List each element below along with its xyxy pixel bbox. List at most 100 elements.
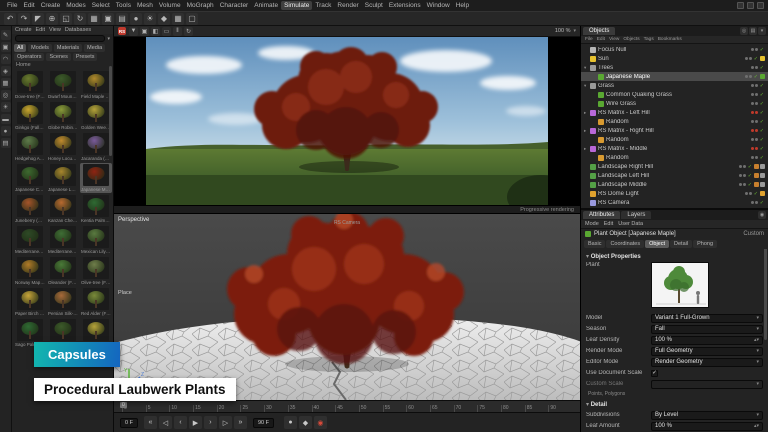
object-properties-header[interactable]: ▾ Object Properties	[586, 251, 763, 261]
menu-edit[interactable]: Edit	[20, 1, 37, 10]
season-select[interactable]: Fall▾	[651, 325, 763, 334]
asset-item[interactable]: Dwarf Mountain Pine (Fall Plant)	[47, 70, 79, 100]
visibility-dots[interactable]	[739, 183, 746, 186]
asset-item[interactable]: Japanese Maple (Fall Plant)	[80, 163, 112, 193]
asset-menu-view[interactable]: View	[49, 27, 61, 33]
use-document-scale-checkbox[interactable]: ✓	[651, 370, 658, 377]
layout-button-1[interactable]	[737, 2, 744, 9]
visibility-dots[interactable]	[751, 48, 758, 51]
panel-menu-icon[interactable]: ▾	[758, 27, 766, 35]
viewport-label[interactable]: Perspective	[118, 217, 149, 223]
menu-animate[interactable]: Animate	[251, 1, 281, 10]
attr-tab-coordinates[interactable]: Coordinates	[606, 240, 644, 248]
move-icon[interactable]: ⊕	[46, 13, 58, 25]
asset-item[interactable]: Mediterranean Fan Palm (Fall Plant)	[47, 225, 79, 255]
enabled-check-icon[interactable]: ✓	[760, 101, 764, 107]
end-frame-field[interactable]: 90 F	[253, 418, 274, 428]
prev-frame-icon[interactable]: ‹	[174, 416, 187, 429]
asset-item[interactable]: Globe Robinia (Fall Plant)	[47, 101, 79, 131]
autokey-icon[interactable]: ◉	[314, 416, 327, 429]
attr-menu-user-data[interactable]: User Data	[618, 221, 643, 227]
object-row[interactable]: RS Dome Light✓	[581, 189, 768, 198]
asset-item[interactable]: Japanese Larch (Fall Plant)	[47, 163, 79, 193]
menu-mesh[interactable]: Mesh	[134, 1, 156, 10]
enabled-check-icon[interactable]: ✓	[760, 137, 764, 143]
visibility-dots[interactable]	[745, 192, 752, 195]
array-icon[interactable]: ▦	[1, 78, 11, 88]
object-tag-icon[interactable]	[754, 164, 759, 169]
object-tag-icon[interactable]	[760, 164, 765, 169]
asset-tab-materials[interactable]: Materials	[54, 44, 82, 52]
asset-item[interactable]: Hedgehog Agave (Fall Plant)	[14, 132, 46, 162]
filter-dropdown-icon[interactable]: ▾	[107, 36, 110, 42]
asset-tab-presets[interactable]: Presets	[73, 53, 98, 61]
menu-create[interactable]: Create	[38, 1, 64, 10]
key-icon[interactable]: ◆	[299, 416, 312, 429]
enabled-check-icon[interactable]: ✓	[760, 119, 764, 125]
objects-menu-objects[interactable]: Objects	[623, 37, 639, 42]
start-frame-field[interactable]: 0 F	[120, 418, 138, 428]
layer-icon[interactable]: ▤	[1, 138, 11, 148]
prev-key-icon[interactable]: ◁	[159, 416, 172, 429]
asset-item[interactable]: Kanzan Cherry (Fall Plant)	[47, 194, 79, 224]
visibility-dots[interactable]	[751, 147, 758, 150]
object-row[interactable]: Random✓	[581, 135, 768, 144]
object-row[interactable]: ▾Grass✓	[581, 81, 768, 90]
object-row[interactable]: Landscape Middle✓	[581, 180, 768, 189]
filter-icon[interactable]: ▤	[749, 27, 757, 35]
asset-item[interactable]: Honey Locust 'Sunburst' (Fall Plant)	[47, 132, 79, 162]
visibility-dots[interactable]	[739, 165, 746, 168]
object-tag-icon[interactable]	[760, 191, 765, 196]
asset-item[interactable]: Red Alder (Fall Plant)	[80, 287, 112, 317]
attr-tab-phong[interactable]: Phong	[693, 240, 717, 248]
asset-item[interactable]: Ginkgo (Fall Plant)	[14, 101, 46, 131]
custom-dropdown[interactable]: Custom	[743, 231, 764, 237]
enabled-check-icon[interactable]: ✓	[760, 128, 764, 134]
environment-icon[interactable]: ☀	[144, 13, 156, 25]
menu-volume[interactable]: Volume	[156, 1, 184, 10]
render-view-icon[interactable]: ▣	[102, 13, 114, 25]
snapshot-icon[interactable]: ▣	[140, 27, 149, 36]
object-row[interactable]: Landscape Left Hill✓	[581, 171, 768, 180]
render-zoom-level[interactable]: 100 %	[555, 28, 571, 34]
visibility-dots[interactable]	[751, 129, 758, 132]
zoom-dropdown-icon[interactable]: ▾	[573, 28, 576, 34]
enabled-check-icon[interactable]: ✓	[760, 200, 764, 206]
visibility-dots[interactable]	[739, 174, 746, 177]
asset-item[interactable]: Mediterranean Cypress (Fall Plant)	[14, 225, 46, 255]
timeline-playhead[interactable]: 0	[120, 402, 127, 408]
cube-icon[interactable]: ▣	[1, 42, 11, 52]
undo-icon[interactable]: ↶	[4, 13, 16, 25]
menu-mograph[interactable]: MoGraph	[184, 1, 217, 10]
custom-scale-field[interactable]: ▾	[651, 380, 763, 389]
asset-item[interactable]: Persian Silk-tree (Fall Plant)	[47, 287, 79, 317]
menu-tools[interactable]: Tools	[113, 1, 134, 10]
go-end-icon[interactable]: »	[234, 416, 247, 429]
scale-icon[interactable]: ◱	[60, 13, 72, 25]
object-row[interactable]: ▾Trees✓	[581, 63, 768, 72]
asset-item[interactable]: Mexican Lily (Fall Plant)	[80, 225, 112, 255]
asset-menu-create[interactable]: Create	[15, 27, 32, 33]
object-row[interactable]: Focus Null✓	[581, 45, 768, 54]
subdivisions-select[interactable]: By Level▾	[651, 411, 763, 420]
visibility-dots[interactable]	[745, 75, 752, 78]
visibility-dots[interactable]	[751, 156, 758, 159]
object-tag-icon[interactable]	[754, 182, 759, 187]
ab-compare-icon[interactable]: ◧	[151, 27, 160, 36]
light-icon[interactable]: ☀	[1, 102, 11, 112]
enabled-check-icon[interactable]: ✓	[748, 173, 752, 179]
object-tag-icon[interactable]	[760, 56, 765, 61]
enabled-check-icon[interactable]: ✓	[754, 191, 758, 197]
layout-button-2[interactable]	[747, 2, 754, 9]
asset-tab-operators[interactable]: Operators	[14, 53, 44, 61]
enabled-check-icon[interactable]: ✓	[754, 56, 758, 62]
menu-select[interactable]: Select	[89, 1, 113, 10]
record-icon[interactable]: ●	[284, 416, 297, 429]
enabled-check-icon[interactable]: ✓	[748, 182, 752, 188]
attr-menu-mode[interactable]: Mode	[585, 221, 599, 227]
layout-icon[interactable]: ▢	[186, 13, 198, 25]
asset-item[interactable]: Field Maple (Fall Plant)	[80, 70, 112, 100]
asset-item[interactable]: Norway Maple (Fall Plant)	[14, 256, 46, 286]
objects-menu-bookmarks[interactable]: Bookmarks	[658, 37, 682, 42]
attr-tab-detail[interactable]: Detail	[670, 240, 692, 248]
